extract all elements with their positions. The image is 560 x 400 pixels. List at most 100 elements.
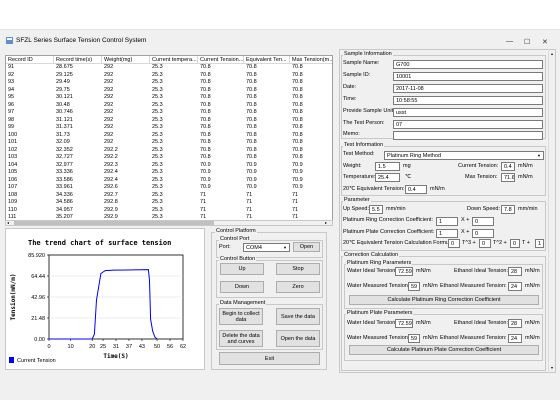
table-cell: 106 xyxy=(8,176,18,183)
data-point xyxy=(113,269,115,271)
time-field[interactable]: 10:58:55 xyxy=(393,96,543,105)
table-row[interactable]: 91 28.675 292 25.3 70.8 70.8 70.8 xyxy=(6,64,332,72)
column-header[interactable]: Current tempera... xyxy=(150,56,198,63)
table-row[interactable]: 97 30.746 292 25.3 70.8 70.8 70.8 xyxy=(6,109,332,117)
open-port-button[interactable]: Open xyxy=(293,242,320,252)
date-field[interactable]: 2017-11-08 xyxy=(393,84,543,93)
stop-button[interactable]: Stop xyxy=(276,263,320,275)
down-button[interactable]: Down xyxy=(220,281,264,293)
scroll-up-icon[interactable]: ▴ xyxy=(549,52,555,56)
table-row[interactable]: 108 34.336 292.7 25.3 71 71 71 xyxy=(6,192,332,200)
table-row[interactable]: 106 33.586 292.4 25.3 70.9 70.9 70.9 xyxy=(6,176,332,185)
plate-ethanol-measured-field[interactable]: 24 xyxy=(508,334,522,343)
zero-button[interactable]: Zero xyxy=(276,281,320,293)
table-cell: 29.49 xyxy=(56,79,70,85)
ring-coef-field[interactable]: 1 xyxy=(436,217,458,226)
table-row[interactable]: 110 34.957 292.9 25.3 71 71 71 xyxy=(6,206,332,215)
weight-field[interactable]: 1.5 xyxy=(375,162,400,171)
table-cell: 292.6 xyxy=(104,184,118,190)
table-row[interactable]: 104 32.977 292.3 25.3 70.9 70.9 70.9 xyxy=(6,162,332,170)
table-header: Record ID Record time(s) Weight(mg) Current… xyxy=(6,56,332,64)
data-point xyxy=(91,338,93,340)
formula-a-field[interactable]: 0 xyxy=(448,239,460,248)
formula-b-field[interactable]: 0 xyxy=(479,239,491,248)
save-data-button[interactable]: Save the data xyxy=(276,308,320,325)
port-select[interactable]: COM4 ▼ xyxy=(243,243,290,252)
sample-id-field[interactable]: 10001 xyxy=(393,72,543,81)
ring-parameters-label: Platinum Ring Parameters xyxy=(346,260,413,266)
table-row[interactable]: 102 32.352 292.2 25.3 70.8 70.8 70.8 xyxy=(6,147,332,155)
equivalent-tension-field[interactable]: 0.4 xyxy=(405,185,427,194)
plate-water-ideal-field[interactable]: 72.59 xyxy=(395,319,413,328)
plate-coef-field[interactable]: 1 xyxy=(436,229,458,238)
scroll-down-icon[interactable]: ▾ xyxy=(549,366,555,370)
x-tick-label: 37 xyxy=(126,344,132,350)
y-axis-label: Tension(mN/m) xyxy=(10,274,17,321)
column-header[interactable]: Record ID xyxy=(6,56,54,63)
table-horizontal-scrollbar[interactable]: ◂ ▸ xyxy=(5,220,333,226)
column-header[interactable]: Equivalent Ten... xyxy=(244,56,290,63)
table-cell: 25.3 xyxy=(152,206,163,213)
scroll-right-icon[interactable]: ▸ xyxy=(325,221,331,225)
column-header[interactable]: Max Tension(m... xyxy=(290,56,332,63)
test-person-field[interactable]: 07 xyxy=(393,120,543,129)
sample-info-label: Sample Information xyxy=(343,51,393,57)
weight-label: Weight: xyxy=(343,163,362,169)
up-button[interactable]: Up xyxy=(220,263,264,275)
sample-name-field[interactable]: G700 xyxy=(393,60,543,69)
table-cell: 25.3 xyxy=(152,109,163,115)
formula-c-field[interactable]: 0 xyxy=(510,239,520,248)
memo-field[interactable] xyxy=(393,131,543,140)
up-speed-field[interactable]: 5.5 xyxy=(369,205,383,214)
plate-ethanol-ideal-field[interactable]: 28 xyxy=(508,319,522,328)
scroll-thumb[interactable] xyxy=(14,221,214,225)
column-header[interactable]: Current Tension... xyxy=(198,56,244,63)
exit-button[interactable]: Exit xyxy=(219,352,320,365)
table-cell: 70.8 xyxy=(246,131,257,138)
formula-d-field[interactable]: 1 xyxy=(535,239,544,248)
test-method-select[interactable]: Platinum Ring Method ▼ xyxy=(384,151,544,160)
minimize-icon[interactable]: — xyxy=(506,38,513,45)
data-point xyxy=(148,269,149,270)
max-tension-field[interactable]: 71.6 xyxy=(501,173,515,182)
ring-water-measured-field[interactable]: 59 xyxy=(408,282,420,291)
ring-ethanol-ideal-field[interactable]: 28 xyxy=(508,267,522,276)
table-row[interactable]: 93 29.49 292 25.3 70.8 70.8 70.8 xyxy=(6,79,332,87)
calc-ring-button[interactable]: Calculate Platinum Ring Correction Coeff… xyxy=(349,295,539,305)
column-header[interactable]: Record time(s) xyxy=(54,56,102,63)
table-row[interactable]: 105 33.336 292.4 25.3 70.9 70.9 70.9 xyxy=(6,169,332,177)
ring-water-ideal-field[interactable]: 72.59 xyxy=(395,267,413,276)
table-cell: 70.8 xyxy=(292,101,303,108)
open-data-button[interactable]: Open the data xyxy=(276,330,320,347)
scroll-left-icon[interactable]: ◂ xyxy=(7,221,13,225)
table-row[interactable]: 94 29.75 292 25.3 70.8 70.8 70.8 xyxy=(6,87,332,95)
table-row[interactable]: 109 34.586 292.8 25.3 71 71 71 xyxy=(6,199,332,207)
begin-collect-button[interactable]: Begin to collect data xyxy=(219,308,263,325)
table-row[interactable]: 92 29.125 292 25.3 70.8 70.8 70.8 xyxy=(6,72,332,80)
table-row[interactable]: 95 30.121 292 25.3 70.8 70.8 70.8 xyxy=(6,94,332,102)
delete-data-button[interactable]: Delete the data and curves xyxy=(219,330,263,347)
sample-unit-field[interactable]: usst xyxy=(393,108,543,117)
table-row[interactable]: 99 31.371 292 25.3 70.8 70.8 70.8 xyxy=(6,124,332,132)
maximize-icon[interactable]: ☐ xyxy=(524,38,530,46)
column-header[interactable]: Weight(mg) xyxy=(102,56,150,63)
table-row[interactable]: 103 32.727 292.2 25.3 70.8 70.8 70.8 xyxy=(6,154,332,162)
temperature-field[interactable]: 25.4 xyxy=(375,173,400,182)
record-table[interactable]: Record ID Record time(s) Weight(mg) Current… xyxy=(5,55,333,226)
table-cell: 103 xyxy=(8,154,18,160)
table-row[interactable]: 96 30.48 292 25.3 70.8 70.8 70.8 xyxy=(6,101,332,110)
table-row[interactable]: 98 31.121 292 25.3 70.8 70.8 70.8 xyxy=(6,117,332,125)
ring-coef-add-field[interactable]: 0 xyxy=(472,217,494,226)
ring-ethanol-measured-field[interactable]: 24 xyxy=(508,282,522,291)
table-row[interactable]: 100 31.73 292 25.3 70.8 70.8 70.8 xyxy=(6,131,332,140)
plate-water-measured-field[interactable]: 59 xyxy=(408,334,420,343)
table-row[interactable]: 101 32.09 292 25.3 70.8 70.8 70.8 xyxy=(6,139,332,147)
calc-plate-button[interactable]: Calculate Platinum Plate Correction Coef… xyxy=(349,345,539,355)
plate-coef-add-field[interactable]: 0 xyxy=(472,229,494,238)
right-vertical-scrollbar[interactable]: ▴ ▾ xyxy=(548,51,555,371)
close-icon[interactable]: ✕ xyxy=(542,38,548,46)
port-value: COM4 xyxy=(246,245,262,251)
down-speed-field[interactable]: 7.8 xyxy=(501,205,515,214)
current-tension-field[interactable]: 0.4 xyxy=(501,162,515,171)
table-row[interactable]: 107 33.961 292.6 25.3 70.9 70.9 70.9 xyxy=(6,184,332,192)
